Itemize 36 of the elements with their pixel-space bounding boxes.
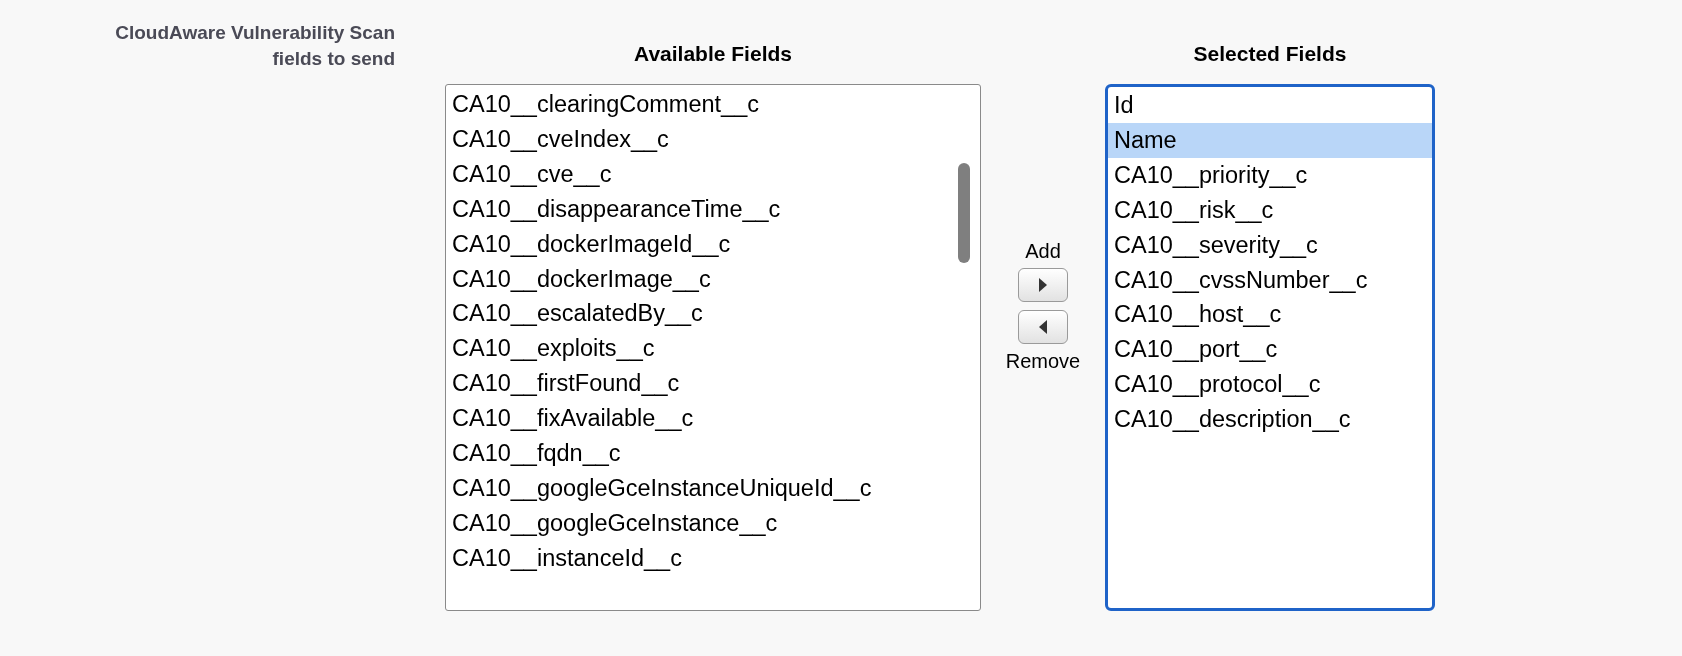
- left-triangle-icon: [1038, 319, 1048, 335]
- list-heading: Available Fields: [634, 41, 792, 67]
- scrollbar-thumb[interactable]: [958, 163, 970, 263]
- list-option[interactable]: CA10__host__c: [1108, 297, 1432, 333]
- list-option[interactable]: CA10__port__c: [1108, 332, 1432, 368]
- add-label: Add: [1025, 239, 1061, 264]
- list-option[interactable]: CA10__priority__c: [1108, 157, 1432, 193]
- list-option[interactable]: CA10__protocol__c: [1108, 367, 1432, 403]
- remove-label: Remove: [1005, 349, 1081, 374]
- list-option[interactable]: CA10__dockerImage__c: [446, 261, 980, 297]
- list-option[interactable]: Id: [1108, 88, 1432, 123]
- list-option[interactable]: CA10__googleGceInstanceUniqueId__c: [446, 470, 980, 506]
- list-option[interactable]: CA10__googleGceInstance__c: [446, 505, 980, 541]
- list-option[interactable]: CA10__dockerImageId__c: [446, 226, 980, 262]
- list-option[interactable]: CA10__exploits__c: [446, 331, 980, 367]
- list-option[interactable]: CA10__cve__c: [446, 156, 980, 192]
- list-option[interactable]: CA10__cvssNumber__c: [1108, 262, 1432, 298]
- add-button[interactable]: [1018, 268, 1068, 302]
- list-option[interactable]: CA10__cveIndex__c: [446, 121, 980, 157]
- list-option[interactable]: CA10__escalatedBy__c: [446, 296, 980, 332]
- list-heading: Selected Fields: [1193, 41, 1347, 67]
- list-option[interactable]: CA10__fqdn__c: [446, 436, 980, 471]
- list-option[interactable]: CA10__disappearanceTime__c: [446, 191, 980, 227]
- list-option[interactable]: CA10__description__c: [1108, 402, 1432, 438]
- list-option[interactable]: CA10__firstFound__c: [446, 366, 980, 402]
- selected-fields-list[interactable]: Id Name CA10__priority__c CA10__risk__c CA10__severity__c CA10__cvssNumber__c CA10__host__c CA10__port__c CA10__protocol__c CA10__description__c: [1105, 84, 1435, 611]
- list-option[interactable]: CA10__severity__c: [1108, 227, 1432, 263]
- list-option[interactable]: CA10__fixAvailable__c: [446, 401, 980, 437]
- list-option[interactable]: Name: [1108, 122, 1432, 158]
- remove-button[interactable]: [1018, 310, 1068, 344]
- right-triangle-icon: [1038, 277, 1048, 293]
- list-option[interactable]: CA10__clearingComment__c: [446, 87, 980, 122]
- available-fields-list[interactable]: [445, 84, 981, 611]
- list-option[interactable]: CA10__risk__c: [1108, 192, 1432, 228]
- field-label: CloudAware Vulnerability Scan fields to send: [115, 21, 395, 71]
- list-option[interactable]: CA10__instanceId__c: [446, 540, 980, 576]
